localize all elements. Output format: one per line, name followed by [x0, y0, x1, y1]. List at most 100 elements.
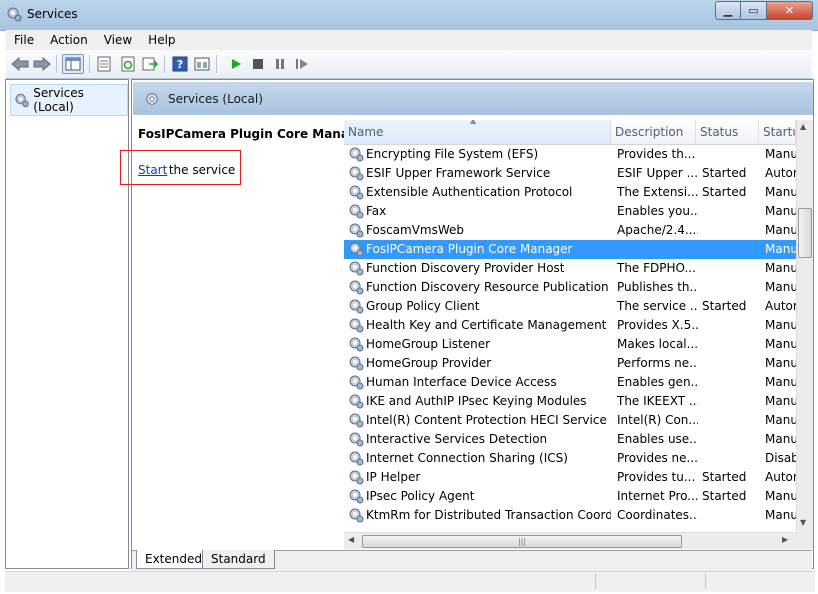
column-header-row: Name ▲ Description Status Startu [344, 120, 796, 145]
service-status: Started [702, 166, 747, 180]
help-icon[interactable]: ? [170, 54, 190, 74]
minimize-button[interactable]: ▁ [715, 1, 741, 20]
menu-view[interactable]: View [96, 33, 140, 47]
service-row[interactable]: HomeGroup Listener Makes local... Manu [344, 335, 796, 354]
column-header-description[interactable]: Description [611, 120, 696, 144]
service-name: FoscamVmsWeb [366, 223, 465, 237]
service-description: Provides th... [617, 147, 696, 161]
service-name: Function Discovery Provider Host [366, 261, 565, 275]
service-row[interactable]: Group Policy Client The service ... Starte… [344, 297, 796, 316]
export-list-icon[interactable] [140, 54, 160, 74]
start-service-icon[interactable] [226, 54, 246, 74]
service-row[interactable]: Intel(R) Content Protection HECI Service… [344, 411, 796, 430]
service-gear-icon [349, 375, 364, 390]
tree-item-label: Services (Local) [33, 86, 84, 114]
close-button[interactable]: ✕ [767, 1, 813, 20]
show-hide-console-tree-icon[interactable] [62, 54, 84, 74]
scroll-down-icon[interactable]: ▼ [800, 518, 806, 527]
pane-header: Services (Local) [133, 82, 813, 115]
service-description: The FDPHO... [617, 261, 696, 275]
service-startup-type: Autor [765, 299, 796, 313]
service-description: Provides ne... [617, 451, 698, 465]
back-arrow-icon[interactable] [10, 54, 30, 74]
service-status: Started [702, 299, 747, 313]
service-startup-type: Autor [765, 470, 796, 484]
pause-service-icon[interactable] [270, 54, 290, 74]
status-divider [595, 574, 596, 589]
horizontal-scroll-thumb[interactable]: ||| [362, 535, 682, 548]
column-header-name[interactable]: Name [344, 120, 611, 144]
properties-icon[interactable] [94, 54, 114, 74]
refresh-icon[interactable] [118, 54, 138, 74]
vertical-scrollbar[interactable]: ▲ ▼ [796, 120, 813, 532]
service-row[interactable]: KtmRm for Distributed Transaction Coordi… [344, 506, 796, 525]
service-startup-type: Manu [765, 394, 796, 408]
service-gear-icon [349, 242, 364, 257]
menu-file[interactable]: File [6, 33, 42, 47]
service-row[interactable]: HomeGroup Provider Performs ne... Manu [344, 354, 796, 373]
service-description: Internet Pro... [617, 489, 698, 503]
horizontal-scrollbar[interactable]: ◀ ||| ▶ [344, 532, 796, 549]
service-row[interactable]: Fax Enables you... Manu [344, 202, 796, 221]
service-startup-type: Manu [765, 280, 796, 294]
service-startup-type: Manu [765, 185, 796, 199]
status-bar [5, 571, 815, 592]
toolbar: ? [6, 50, 812, 79]
tab-standard[interactable]: Standard [202, 550, 275, 569]
tab-extended[interactable]: Extended [136, 550, 211, 569]
service-row[interactable]: Function Discovery Provider Host The FDPH… [344, 259, 796, 278]
window-title: Services [27, 7, 78, 21]
service-rows: Encrypting File System (EFS) Provides th.… [344, 145, 796, 525]
service-gear-icon [349, 451, 364, 466]
service-row[interactable]: IKE and AuthIP IPsec Keying Modules The I… [344, 392, 796, 411]
service-startup-type: Manu [765, 204, 796, 218]
service-startup-type: Manu [765, 318, 796, 332]
service-name: Encrypting File System (EFS) [366, 147, 539, 161]
service-row[interactable]: IPsec Policy Agent Internet Pro... Started… [344, 487, 796, 506]
service-description: Performs ne... [617, 356, 698, 370]
column-header-status[interactable]: Status [696, 120, 759, 144]
service-row[interactable]: ESIF Upper Framework Service ESIF Upper .… [344, 164, 796, 183]
menu-action[interactable]: Action [42, 33, 96, 47]
service-startup-type: Manu [765, 489, 796, 503]
service-row[interactable]: FoscamVmsWeb Apache/2.4.... Manu [344, 221, 796, 240]
service-name: IKE and AuthIP IPsec Keying Modules [366, 394, 587, 408]
restart-service-icon[interactable] [292, 54, 312, 74]
service-gear-icon [349, 261, 364, 276]
menu-help[interactable]: Help [140, 33, 183, 47]
service-row[interactable]: Human Interface Device Access Enables gen… [344, 373, 796, 392]
service-row[interactable]: FosIPCamera Plugin Core Manager Manu [344, 240, 796, 259]
scroll-up-icon[interactable]: ▲ [800, 122, 806, 131]
service-name: Interactive Services Detection [366, 432, 548, 446]
window-controls: ▁ ▭ ✕ [715, 1, 815, 20]
column-header-startup-type[interactable]: Startu [759, 120, 796, 144]
maximize-button[interactable]: ▭ [741, 1, 767, 20]
forward-arrow-icon[interactable] [32, 54, 52, 74]
service-row[interactable]: Health Key and Certificate Management Pro… [344, 316, 796, 335]
service-startup-type: Manu [765, 242, 796, 256]
vertical-scroll-thumb[interactable] [798, 208, 812, 258]
service-row[interactable]: Internet Connection Sharing (ICS) Provide… [344, 449, 796, 468]
service-row[interactable]: Function Discovery Resource Publication P… [344, 278, 796, 297]
service-startup-type: Manu [765, 147, 796, 161]
service-description: The service ... [617, 299, 698, 313]
scroll-right-icon[interactable]: ▶ [782, 535, 788, 544]
service-startup-type: Manu [765, 413, 796, 427]
stop-service-icon[interactable] [248, 54, 268, 74]
service-row[interactable]: IP Helper Provides tu... Started Autor [344, 468, 796, 487]
service-description: ESIF Upper ... [617, 166, 698, 180]
service-gear-icon [349, 508, 364, 523]
service-startup-type: Manu [765, 223, 796, 237]
service-row[interactable]: Interactive Services Detection Enables us… [344, 430, 796, 449]
scroll-left-icon[interactable]: ◀ [348, 535, 354, 544]
service-row[interactable]: Extensible Authentication Protocol The Ex… [344, 183, 796, 202]
service-description: Coordinates... [617, 508, 698, 522]
service-row[interactable]: Encrypting File System (EFS) Provides th.… [344, 145, 796, 164]
console-view-icon[interactable] [192, 54, 212, 74]
title-bar[interactable]: Services ▁ ▭ ✕ [0, 0, 818, 31]
scrollbar-corner [796, 532, 813, 549]
service-name: HomeGroup Listener [366, 337, 491, 351]
service-gear-icon [349, 147, 364, 162]
service-name: HomeGroup Provider [366, 356, 492, 370]
tree-item-services-local[interactable]: Services (Local) [10, 84, 128, 116]
